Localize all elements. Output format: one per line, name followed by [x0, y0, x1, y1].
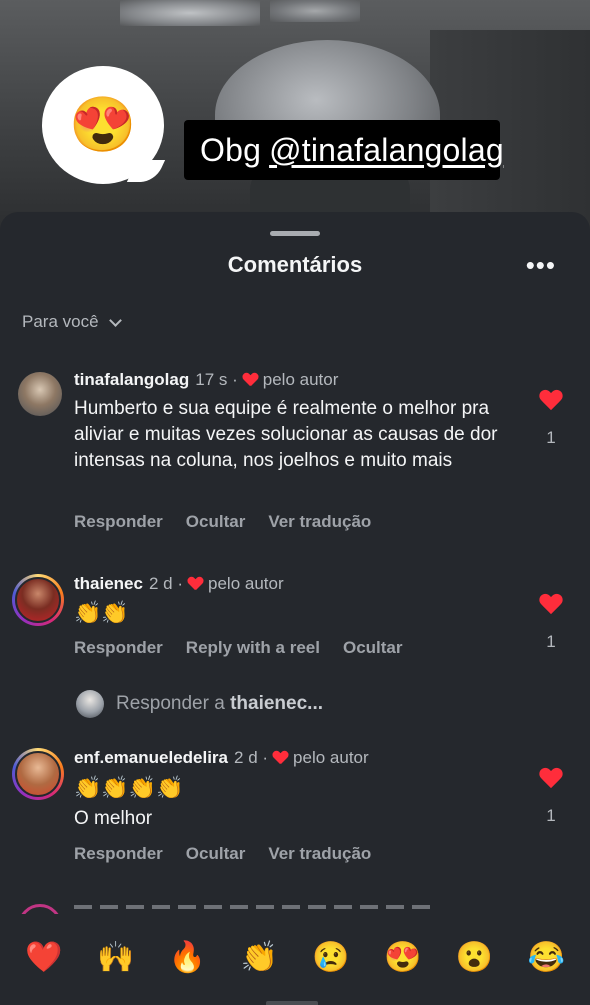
- avatar[interactable]: [18, 372, 62, 416]
- like-count: 1: [546, 632, 556, 651]
- comment-time: 2 d ·: [148, 574, 184, 593]
- heart-icon[interactable]: [539, 768, 563, 790]
- more-options-icon[interactable]: •••: [526, 252, 556, 278]
- sheet-drag-handle[interactable]: [270, 231, 320, 236]
- home-indicator: [266, 1001, 318, 1005]
- comment-username[interactable]: tinafalangolag: [74, 370, 189, 390]
- clapping-hands-emoji-icon[interactable]: 👏: [240, 943, 277, 973]
- hide-button[interactable]: Ocultar: [343, 638, 403, 658]
- reply-prompt-target: thaienec...: [230, 693, 323, 714]
- like-count: 1: [546, 806, 556, 825]
- comment-time: 17 s ·: [195, 370, 238, 389]
- heart-eyes-emoji-icon: 😍: [69, 95, 137, 155]
- author-heart-icon: [273, 751, 288, 765]
- avatar[interactable]: [12, 748, 64, 800]
- heart-icon[interactable]: [539, 594, 563, 616]
- fire-emoji-icon[interactable]: 🔥: [169, 943, 206, 973]
- reply-prompt[interactable]: Responder a thaienec...: [76, 690, 323, 718]
- chevron-down-icon: [108, 313, 122, 327]
- heart-icon[interactable]: [539, 390, 563, 412]
- comment-actions: Responder Ocultar Ver tradução: [74, 844, 371, 864]
- crying-face-emoji-icon[interactable]: 😢: [312, 943, 349, 973]
- tears-of-joy-emoji-icon[interactable]: 😂: [527, 943, 564, 973]
- see-translation-button[interactable]: Ver tradução: [268, 512, 371, 532]
- reply-button[interactable]: Responder: [74, 638, 163, 658]
- like-control[interactable]: 1: [536, 594, 566, 652]
- ceiling-light: [270, 0, 360, 22]
- comment-text: 👏👏: [74, 600, 129, 625]
- avatar: [76, 690, 104, 718]
- ceiling-light: [120, 0, 260, 26]
- author-tag: pelo autor: [262, 370, 339, 389]
- comment-time: 2 d ·: [234, 748, 269, 767]
- reply-prompt-prefix: Responder a: [116, 693, 225, 714]
- sort-dropdown[interactable]: Para você: [22, 312, 122, 332]
- avatar: [18, 904, 62, 914]
- comment-header-partial: [74, 905, 434, 909]
- caption-mention-link[interactable]: @tinafalangolag: [269, 132, 504, 169]
- avatar[interactable]: [12, 574, 64, 626]
- comment-header: tinafalangolag 17 s · pelo autor: [74, 370, 338, 390]
- author-heart-icon: [243, 373, 258, 387]
- caption-text: Obg: [200, 131, 262, 168]
- comment-item-partial: [0, 904, 590, 914]
- story-caption: Obg @tinafalangolag: [184, 120, 504, 180]
- see-translation-button[interactable]: Ver tradução: [268, 844, 371, 864]
- comments-sheet: Comentários ••• Para você tinafalangolag…: [0, 212, 590, 1005]
- hide-button[interactable]: Ocultar: [186, 844, 246, 864]
- hide-button[interactable]: Ocultar: [186, 512, 246, 532]
- comment-username[interactable]: enf.emanueledelira: [74, 748, 228, 768]
- author-tag: pelo autor: [293, 748, 369, 767]
- red-heart-emoji-icon[interactable]: ❤️: [25, 943, 62, 973]
- like-control[interactable]: 1: [536, 768, 566, 826]
- author-heart-icon: [188, 577, 203, 591]
- comment-text: O melhor: [74, 808, 153, 829]
- quick-reactions-bar: ❤️ 🙌 🔥 👏 😢 😍 😮 😂: [0, 928, 590, 988]
- avatar-photo: [15, 577, 61, 623]
- sheet-title: Comentários: [227, 252, 363, 277]
- emoji-sticker: 😍: [42, 66, 164, 184]
- comment-username[interactable]: thaienec: [74, 574, 143, 594]
- reply-prompt-text: Responder a thaienec...: [116, 693, 323, 715]
- raising-hands-emoji-icon[interactable]: 🙌: [97, 943, 134, 973]
- reply-with-reel-button[interactable]: Reply with a reel: [186, 638, 320, 658]
- like-control[interactable]: 1: [536, 390, 566, 448]
- comment-text: Humberto e sua equipe é realmente o melh…: [74, 398, 498, 471]
- heart-eyes-emoji-icon[interactable]: 😍: [384, 943, 421, 973]
- reply-button[interactable]: Responder: [74, 512, 163, 532]
- like-count: 1: [546, 428, 556, 447]
- comment-actions: Responder Reply with a reel Ocultar: [74, 638, 403, 658]
- sort-label: Para você: [22, 312, 99, 331]
- surprised-face-emoji-icon[interactable]: 😮: [456, 943, 493, 973]
- comment-header: thaienec 2 d · pelo autor: [74, 574, 284, 594]
- comment-header: enf.emanueledelira 2 d · pelo autor: [74, 748, 369, 768]
- comment-actions: Responder Ocultar Ver tradução: [74, 512, 371, 532]
- reply-button[interactable]: Responder: [74, 844, 163, 864]
- comment-emoji-line: 👏👏👏👏: [74, 775, 184, 800]
- author-tag: pelo autor: [208, 574, 284, 593]
- avatar-photo: [15, 751, 61, 797]
